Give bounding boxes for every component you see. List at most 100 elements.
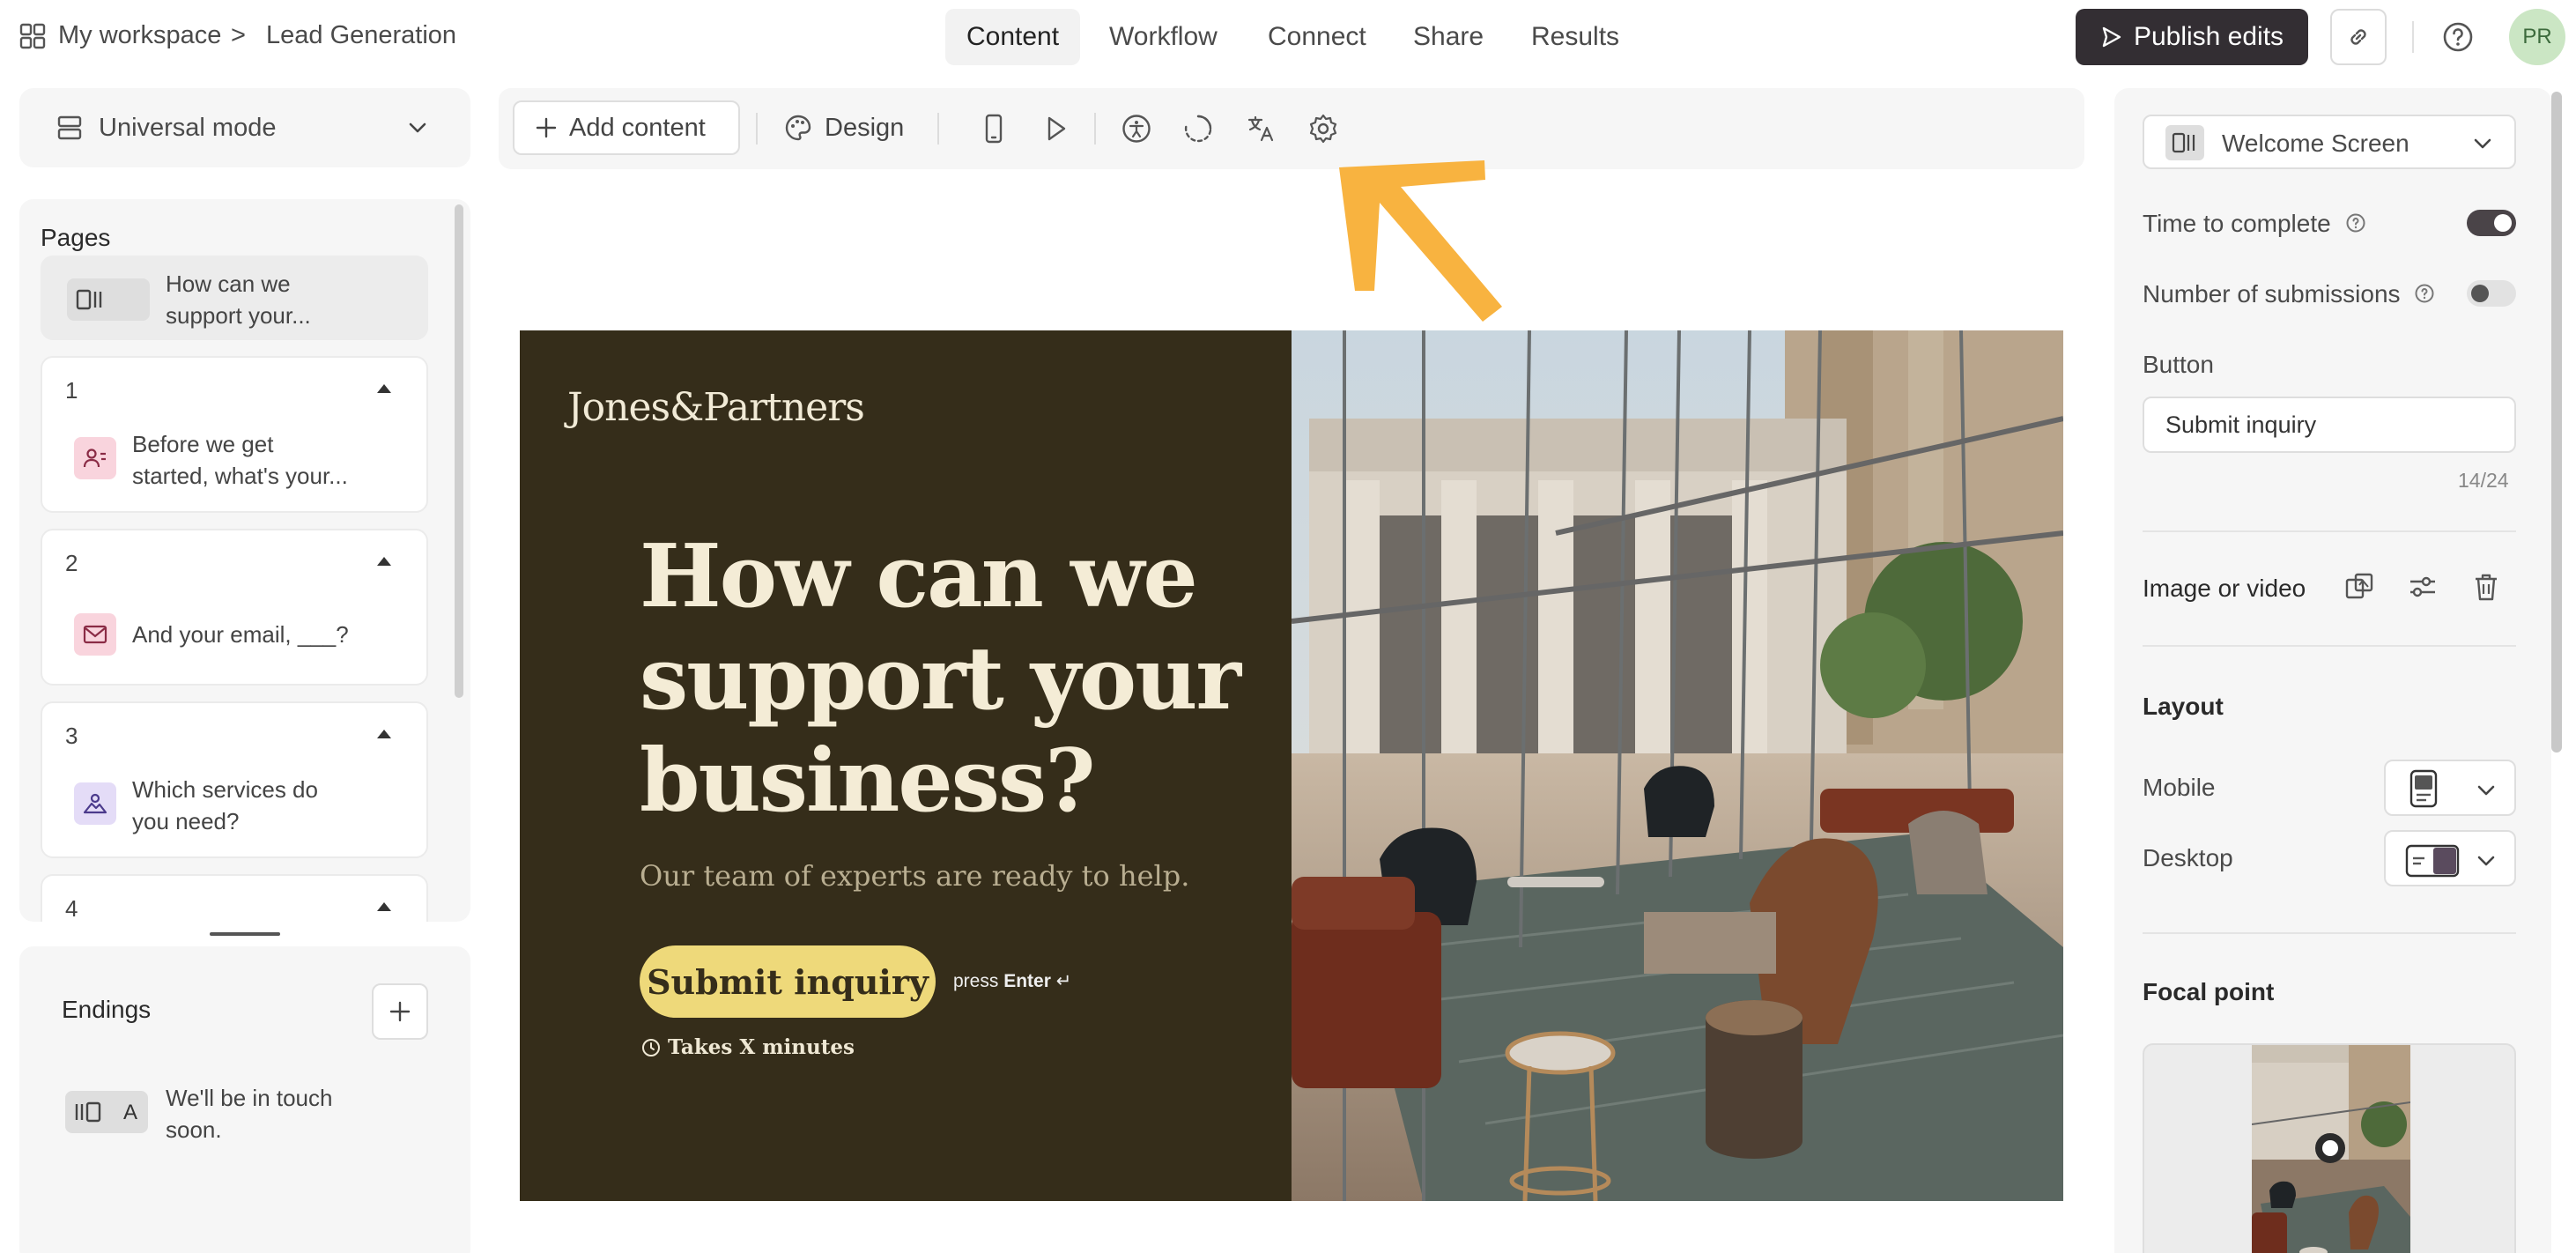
page-card-1[interactable]: 1 Before we get started, what's your... — [41, 356, 428, 513]
chevron-down-icon — [2477, 856, 2495, 866]
page-card-3[interactable]: 3 Which services do you need? — [41, 701, 428, 858]
time-to-complete-label: Time to complete — [2143, 210, 2331, 237]
page-1-line1: Before we get — [132, 431, 274, 457]
preview-text-pane: Jones&Partners How can we support your b… — [520, 330, 1292, 1201]
char-counter: 14/24 — [2458, 469, 2509, 492]
top-bar: My workspace > Lead Generation Content W… — [0, 0, 2576, 74]
section-divider — [2143, 932, 2516, 934]
screen-type-badge — [2165, 125, 2204, 160]
settings-panel: Welcome Screen Time to complete Number o… — [2114, 88, 2551, 1253]
publish-edits-button[interactable]: Publish edits — [2076, 9, 2308, 65]
tab-results[interactable]: Results — [1510, 9, 1640, 65]
time-estimate: Takes X minutes — [641, 1035, 855, 1059]
trash-icon[interactable] — [2470, 571, 2502, 603]
mail-icon — [83, 625, 107, 644]
design-button[interactable]: Design — [774, 100, 914, 155]
breadcrumb-page[interactable]: Lead Generation — [266, 21, 456, 50]
ending-line1[interactable]: We'll be in touch — [166, 1082, 332, 1114]
info-icon[interactable] — [2345, 212, 2366, 234]
number-of-submissions-toggle[interactable] — [2467, 280, 2516, 307]
toolbar-divider — [937, 113, 939, 145]
panel-resize-handle[interactable] — [210, 932, 280, 936]
breadcrumb-workspace[interactable]: My workspace — [58, 21, 221, 50]
hero-title[interactable]: How can we support your business? — [640, 526, 1274, 833]
play-preview-icon[interactable] — [1040, 113, 1071, 145]
focal-point-picker[interactable] — [2143, 1043, 2516, 1253]
page-3-line2: you need? — [132, 808, 240, 834]
button-text-label: Button — [2143, 351, 2214, 378]
tab-content[interactable]: Content — [945, 9, 1081, 65]
chevron-down-icon — [2477, 785, 2495, 796]
info-icon[interactable] — [2414, 283, 2435, 304]
collapse-caret-icon[interactable] — [377, 384, 391, 393]
ending-letter: A — [123, 1101, 138, 1124]
settings-gear-icon[interactable] — [1307, 113, 1339, 145]
screen-type-select[interactable]: Welcome Screen — [2143, 115, 2516, 169]
page-type-badge — [74, 782, 116, 825]
lobby-photo-illustration — [1292, 330, 2063, 1201]
welcome-card-line2: support your... — [166, 302, 311, 329]
welcome-screen-icon — [2172, 132, 2195, 153]
ending-badge[interactable]: A — [65, 1091, 148, 1133]
mobile-layout-select[interactable] — [2384, 760, 2516, 816]
translate-icon[interactable] — [1246, 113, 1277, 145]
welcome-card-line1: How can we — [166, 271, 291, 297]
press-enter-hint: press Enter ↵ — [953, 970, 1071, 992]
workspace-grid-icon[interactable] — [19, 23, 46, 49]
welcome-badge — [67, 278, 150, 321]
accessibility-icon[interactable] — [1121, 113, 1152, 145]
tab-workflow[interactable]: Workflow — [1088, 9, 1239, 65]
lobby-photo — [1292, 330, 2063, 1201]
send-icon — [2102, 26, 2121, 48]
pages-title: Pages — [41, 224, 111, 251]
mobile-layout-label: Mobile — [2143, 774, 2216, 801]
help-icon[interactable] — [2442, 21, 2474, 53]
form-preview[interactable]: Jones&Partners How can we support your b… — [520, 330, 2063, 1201]
press-label: press — [953, 971, 999, 991]
link-icon — [2350, 29, 2366, 45]
tab-share[interactable]: Share — [1392, 9, 1505, 65]
toolbar-divider — [756, 113, 758, 145]
avatar[interactable]: PR — [2509, 9, 2565, 65]
split-layout-icon — [2405, 844, 2460, 878]
settings-scrollbar[interactable] — [2551, 92, 2562, 753]
brand-logo: Jones&Partners — [567, 385, 865, 430]
loading-spinner-icon[interactable] — [1182, 113, 1214, 145]
page-number: 2 — [65, 550, 78, 576]
ending-line2[interactable]: soon. — [166, 1114, 222, 1145]
collapse-caret-icon[interactable] — [377, 902, 391, 911]
submit-inquiry-button[interactable]: Submit inquiry — [640, 945, 936, 1018]
add-ending-button[interactable] — [372, 983, 428, 1040]
collapse-caret-icon[interactable] — [377, 557, 391, 566]
desktop-layout-label: Desktop — [2143, 844, 2233, 871]
page-3-line1: Which services do — [132, 776, 318, 803]
publish-label: Publish edits — [2133, 22, 2284, 51]
pages-scrollbar[interactable] — [455, 204, 463, 698]
collapse-caret-icon[interactable] — [377, 730, 391, 738]
hero-subtitle[interactable]: Our team of experts are ready to help. — [640, 859, 1189, 893]
page-card-4[interactable]: 4 — [41, 874, 428, 922]
layers-icon — [57, 115, 82, 140]
focal-point-handle[interactable] — [2315, 1133, 2345, 1163]
copy-link-button[interactable] — [2330, 9, 2387, 65]
page-card-2[interactable]: 2 And your email, ___? — [41, 529, 428, 686]
replace-media-icon[interactable] — [2343, 571, 2375, 603]
toggle-knob — [2494, 214, 2512, 232]
mode-select[interactable]: Universal mode — [19, 88, 470, 167]
contact-icon — [83, 449, 106, 468]
add-content-button[interactable]: Add content — [513, 100, 740, 155]
palette-icon — [785, 115, 811, 141]
button-text-input[interactable] — [2143, 397, 2516, 453]
time-to-complete-toggle[interactable] — [2467, 210, 2516, 236]
desktop-layout-select[interactable] — [2384, 830, 2516, 886]
plus-icon — [389, 1001, 411, 1022]
top-divider — [2412, 21, 2414, 53]
adjust-sliders-icon[interactable] — [2407, 571, 2439, 603]
endings-panel: Endings A We'll be in touch soon. — [19, 946, 470, 1253]
mobile-preview-icon[interactable] — [978, 113, 1010, 145]
chevron-down-icon — [2474, 138, 2491, 149]
layout-title: Layout — [2143, 693, 2224, 720]
tab-connect[interactable]: Connect — [1247, 9, 1388, 65]
page-card-welcome[interactable]: How can we support your... — [41, 256, 428, 340]
editor-toolbar: Add content Design — [499, 88, 2084, 169]
